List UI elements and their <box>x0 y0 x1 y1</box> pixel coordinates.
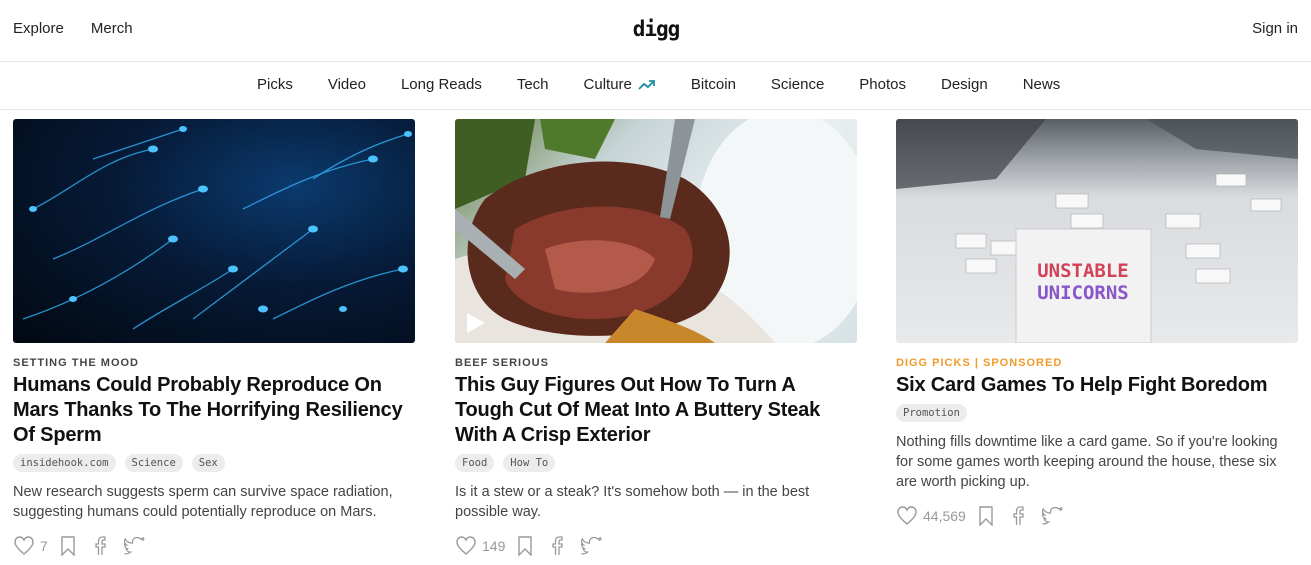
category-photos[interactable]: Photos <box>859 76 906 93</box>
category-label: Tech <box>516 76 549 93</box>
story-tags: insidehook.com Science Sex <box>13 454 415 472</box>
story-headline[interactable]: Six Card Games To Help Fight Boredom <box>896 373 1298 398</box>
category-list: Picks Video Long Reads Tech Culture Bitc… <box>257 76 1095 93</box>
category-label: Culture <box>583 76 632 93</box>
twitter-icon[interactable] <box>123 537 146 555</box>
category-video[interactable]: Video <box>328 76 366 93</box>
story-card: UNSTABLE UNICORNS DIGG PICKS | SPONSORED… <box>896 119 1298 528</box>
story-card: SETTING THE MOOD Humans Could Probably R… <box>13 119 415 558</box>
heart-icon[interactable] <box>13 536 35 556</box>
story-headline[interactable]: Humans Could Probably Reproduce On Mars … <box>13 373 415 448</box>
sperm-photo-icon <box>22 126 412 330</box>
story-actions: 7 <box>13 534 415 558</box>
category-science[interactable]: Science <box>771 76 824 93</box>
category-label: Long Reads <box>400 76 482 93</box>
story-actions: 149 <box>455 534 857 558</box>
story-headline[interactable]: This Guy Figures Out How To Turn A Tough… <box>455 373 857 448</box>
card-game-photo-icon: UNSTABLE UNICORNS <box>896 119 1298 343</box>
digg-logo[interactable]: digg <box>631 16 681 44</box>
story-actions: 44,569 <box>896 504 1298 528</box>
story-image[interactable] <box>455 119 857 343</box>
category-long-reads[interactable]: Long Reads <box>401 76 482 93</box>
category-culture[interactable]: Culture <box>584 76 656 93</box>
category-picks[interactable]: Picks <box>257 76 293 93</box>
category-label: Picks <box>257 76 293 93</box>
like-count: 149 <box>482 538 506 554</box>
tag-source[interactable]: insidehook.com <box>13 454 116 472</box>
category-label: Bitcoin <box>690 76 736 93</box>
game-box-title-line-1: UNSTABLE <box>1037 260 1129 282</box>
facebook-icon[interactable] <box>94 536 106 556</box>
tag-sex[interactable]: Sex <box>191 454 225 472</box>
heart-icon[interactable] <box>896 506 918 526</box>
story-image[interactable]: UNSTABLE UNICORNS <box>896 119 1298 343</box>
category-bitcoin[interactable]: Bitcoin <box>691 76 736 93</box>
story-card: BEEF SERIOUS This Guy Figures Out How To… <box>455 119 857 558</box>
like-count: 44,569 <box>923 508 966 524</box>
category-label: Science <box>770 76 825 93</box>
game-box-title-line-2: UNICORNS <box>1037 282 1129 304</box>
steak-video-icon <box>455 119 857 343</box>
category-news[interactable]: News <box>1023 76 1061 93</box>
tag-food[interactable]: Food <box>455 454 495 472</box>
category-label: News <box>1022 76 1061 93</box>
category-bar: Picks Video Long Reads Tech Culture Bitc… <box>0 62 1311 110</box>
bookmark-icon[interactable] <box>978 506 994 526</box>
story-description: Is it a stew or a steak? It's somehow bo… <box>455 484 810 520</box>
nav-merch[interactable]: Merch <box>91 20 133 37</box>
trending-icon <box>638 79 655 90</box>
bookmark-icon[interactable] <box>60 536 76 556</box>
twitter-icon[interactable] <box>1041 507 1064 525</box>
story-image[interactable] <box>13 119 415 343</box>
facebook-icon[interactable] <box>1012 506 1024 526</box>
story-description: New research suggests sperm can survive … <box>13 484 393 520</box>
bookmark-icon[interactable] <box>517 536 533 556</box>
tag-science[interactable]: Science <box>124 454 183 472</box>
sign-in-link[interactable]: Sign in <box>1252 20 1298 37</box>
category-design[interactable]: Design <box>941 76 988 93</box>
top-header: Explore Merch digg Sign in <box>0 0 1311 62</box>
logo-text: digg <box>633 17 680 41</box>
category-tech[interactable]: Tech <box>517 76 549 93</box>
story-kicker: DIGG PICKS | SPONSORED <box>896 357 1063 369</box>
like-count: 7 <box>40 538 48 554</box>
story-tags: Food How To <box>455 454 857 472</box>
story-kicker: SETTING THE MOOD <box>13 357 139 369</box>
tag-how-to[interactable]: How To <box>503 454 556 472</box>
tag-promotion[interactable]: Promotion <box>896 404 967 422</box>
twitter-icon[interactable] <box>581 537 603 555</box>
category-label: Photos <box>859 76 906 93</box>
facebook-icon[interactable] <box>551 536 564 556</box>
header-nav: Explore Merch <box>13 20 133 37</box>
category-label: Video <box>327 76 366 93</box>
heart-icon[interactable] <box>455 536 477 556</box>
story-description: Nothing fills downtime like a card game.… <box>896 434 1278 490</box>
story-tags: Promotion <box>896 404 1298 422</box>
category-label: Design <box>941 76 988 93</box>
story-kicker: BEEF SERIOUS <box>455 357 549 369</box>
nav-explore[interactable]: Explore <box>13 20 64 37</box>
